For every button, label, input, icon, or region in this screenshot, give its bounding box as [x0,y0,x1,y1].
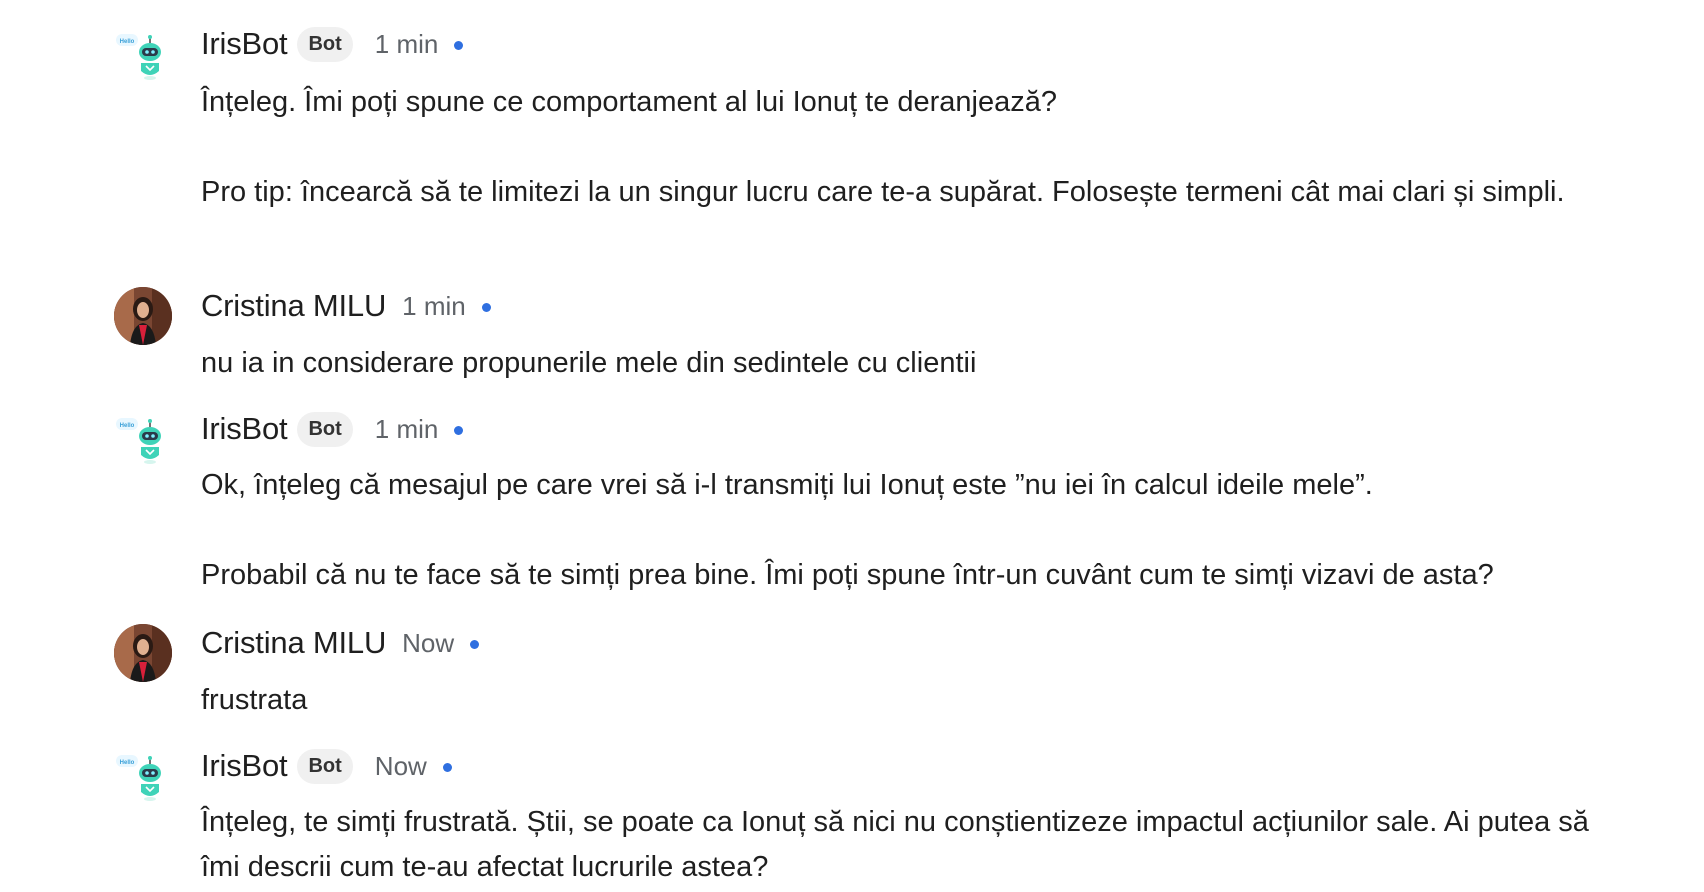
status-dot [481,302,491,312]
bot-avatar-text: Hello [120,39,135,45]
robot-icon: Hello [116,34,161,80]
status-dot [454,425,464,435]
author-name[interactable]: IrisBot [201,748,288,784]
message-text: Înțeleg. Îmi poți spune ce comportament … [201,80,1631,215]
timestamp: 1 min [374,28,439,59]
user-photo-icon [114,287,172,345]
message-text: nu ia in considerare propunerile mele di… [201,341,1631,386]
timestamp: Now [402,627,455,658]
author-name[interactable]: Cristina MILU [201,625,386,661]
timestamp: 1 min [402,290,466,321]
message-text: Înțeleg, te simți frustrată. Știi, se po… [201,800,1631,890]
status-dot [442,762,452,772]
status-dot [454,40,464,50]
author-name[interactable]: IrisBot [201,411,288,447]
bot-avatar-text: Hello [120,760,135,766]
message-paragraph: Înțeleg. Îmi poți spune ce comportament … [201,86,1058,118]
author-name[interactable]: Cristina MILU [201,288,386,324]
bot-badge: Bot [297,748,353,784]
message-paragraph: nu ia in considerare propunerile mele di… [201,347,977,379]
user-avatar[interactable] [114,624,172,682]
bot-avatar[interactable]: Hello [114,751,172,809]
message-text: Ok, înțeleg că mesajul pe care vrei să i… [201,463,1631,598]
bot-avatar[interactable]: Hello [114,414,172,472]
bot-avatar-text: Hello [120,423,135,429]
bot-badge: Bot [297,26,353,62]
message-paragraph: Pro tip: încearcă să te limitezi la un s… [201,176,1565,208]
message-paragraph: Probabil că nu te face să te simți prea … [201,559,1494,591]
message-text: frustrata [201,678,1631,723]
user-avatar[interactable] [114,287,172,345]
robot-icon: Hello [116,755,161,801]
timestamp: Now [374,750,427,781]
message-paragraph: frustrata [201,684,308,716]
message-paragraph: Înțeleg, te simți frustrată. Știi, se po… [201,806,1589,883]
status-dot [470,639,480,649]
author-name[interactable]: IrisBot [201,26,288,62]
bot-badge: Bot [297,411,353,447]
bot-avatar[interactable]: Hello [114,30,172,88]
message-paragraph: Ok, înțeleg că mesajul pe care vrei să i… [201,469,1373,501]
timestamp: 1 min [374,413,439,444]
robot-icon: Hello [116,418,161,464]
user-photo-icon [114,624,172,682]
